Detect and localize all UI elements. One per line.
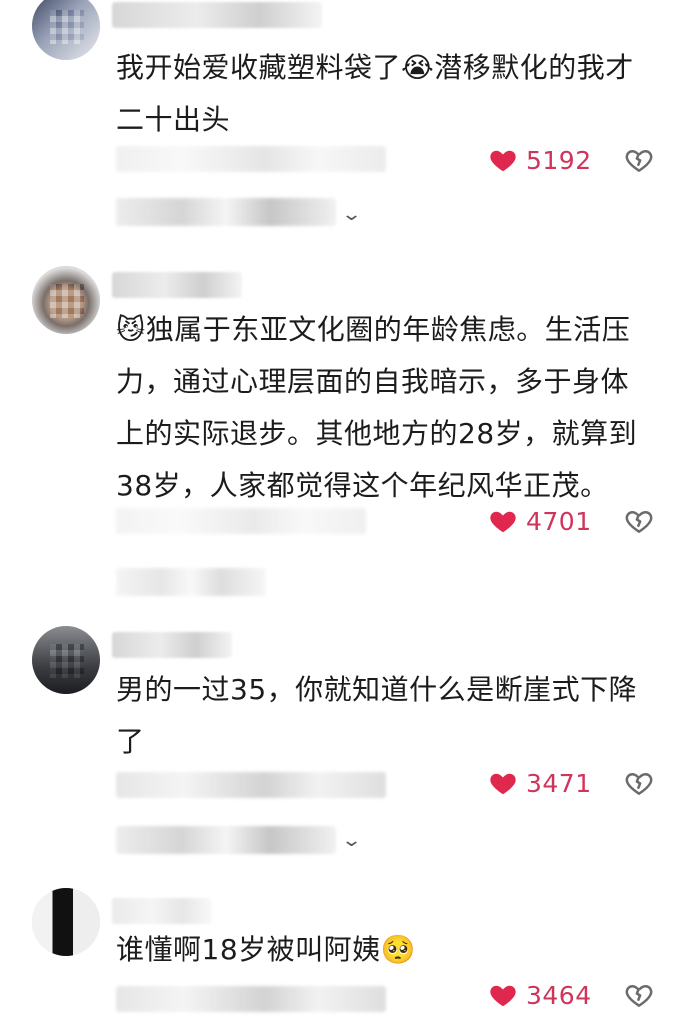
heart-filled-icon: [490, 511, 516, 533]
broken-heart-icon[interactable]: [624, 145, 654, 175]
heart-filled-icon: [490, 985, 516, 1007]
heart-filled-icon: [490, 773, 516, 795]
comment-text: 我开始爱收藏塑料袋了😭潜移默化的我才二十出头: [116, 51, 634, 136]
comment-meta-redacted: [116, 986, 386, 1012]
like-button[interactable]: 4701: [488, 504, 592, 538]
comment-text: 谁懂啊18岁被叫阿姨🥺: [116, 933, 416, 966]
broken-heart-icon[interactable]: [624, 506, 654, 536]
avatar[interactable]: [32, 266, 100, 334]
view-replies-redacted[interactable]: [116, 826, 336, 854]
view-replies-redacted[interactable]: [116, 568, 266, 596]
comment-text: 男的一过35，你就知道什么是断崖式下降了: [116, 673, 638, 758]
avatar[interactable]: [32, 0, 100, 60]
broken-heart-icon[interactable]: [624, 980, 654, 1010]
like-count: 3464: [526, 980, 592, 1010]
like-button[interactable]: 5192: [488, 143, 592, 177]
like-button[interactable]: 3471: [488, 766, 592, 800]
chevron-down-icon[interactable]: ⌄: [341, 830, 362, 851]
username-redacted[interactable]: [112, 898, 212, 924]
username-redacted[interactable]: [112, 632, 232, 658]
chevron-down-icon[interactable]: ⌄: [341, 204, 362, 225]
username-redacted[interactable]: [112, 2, 322, 28]
avatar[interactable]: [32, 626, 100, 694]
heart-filled-icon: [490, 150, 516, 172]
broken-heart-icon[interactable]: [624, 768, 654, 798]
like-count: 4701: [526, 506, 592, 536]
comment-meta-redacted: [116, 772, 386, 798]
avatar[interactable]: [32, 888, 100, 956]
username-redacted[interactable]: [112, 272, 242, 298]
view-replies-redacted[interactable]: [116, 198, 336, 226]
comment-meta-redacted: [116, 146, 386, 172]
like-count: 5192: [526, 145, 592, 175]
like-button[interactable]: 3464: [488, 978, 592, 1012]
like-count: 3471: [526, 768, 592, 798]
comment-text: 😼独属于东亚文化圈的年龄焦虑。生活压力，通过心理层面的自我暗示，多于身体上的实际…: [116, 313, 638, 502]
comment-meta-redacted: [116, 508, 366, 534]
